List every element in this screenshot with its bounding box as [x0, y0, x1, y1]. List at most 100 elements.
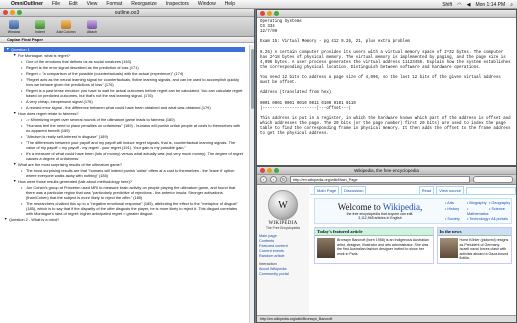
tab-main-page[interactable]: Main Page [314, 186, 340, 194]
outline-row-text[interactable]: One of the emotions that defines us as s… [26, 59, 245, 64]
outline-row-text[interactable]: For Montague, what is regret? [18, 53, 245, 58]
window-button[interactable]: Window [4, 20, 24, 34]
outline-scrollbar[interactable] [249, 45, 254, 323]
clock[interactable]: Mon 1:14 PM [475, 2, 505, 8]
outliner-toolbar: Window Indent Add Column Attach [0, 17, 254, 37]
outline-item-row[interactable]: • Regret = "a comparison of the possible … [4, 71, 245, 76]
outline-topic-row[interactable]: ▼ Question 2 - What is a mind? [4, 217, 245, 222]
outline-row-text[interactable]: "Humans feel the need to place penalties… [26, 123, 245, 133]
volume-icon[interactable]: ◀ [467, 2, 471, 8]
outline-row-text[interactable]: How does regret relate to fairness? [18, 111, 245, 116]
zoom-icon[interactable] [17, 10, 22, 15]
outline-row-text[interactable]: A reward error signal - the difference b… [26, 105, 245, 110]
outline-item-row[interactable]: • The researchers chalked this up to a "n… [4, 201, 245, 216]
outline-row-text[interactable]: A very cheap, inexpensive signal (176) [26, 99, 245, 104]
add-column-button[interactable]: Add Column [56, 20, 76, 34]
outline-row-text[interactable]: How were those results generated (talk a… [18, 179, 245, 184]
outline-item-row[interactable]: • A reward error signal - the difference … [4, 105, 245, 110]
outline-item-row[interactable]: • It's a measure of what could have been … [4, 151, 245, 161]
portal-link[interactable]: • All portals [489, 217, 511, 223]
terminal-titlebar[interactable] [257, 10, 516, 18]
outline-item-row[interactable]: • "Regret acts as the neural learning sig… [4, 77, 245, 87]
menu-file[interactable]: File [52, 1, 60, 7]
outline-row-text[interactable]: It's a measure of what could have been (… [26, 151, 245, 161]
outline-row-text[interactable]: Regret is the error signal described as … [26, 65, 245, 70]
wikipedia-logo-icon[interactable]: W [268, 190, 298, 220]
tab-read[interactable]: Read [418, 186, 435, 194]
news-image[interactable] [439, 238, 458, 258]
portal-link[interactable]: • History [445, 207, 467, 218]
outline-topic-row[interactable]: ▼ Question 1 [4, 47, 245, 52]
outline-row-text[interactable]: Question 1 [11, 47, 245, 52]
browser-titlebar[interactable]: Wikipedia, the free encyclopedia [257, 167, 516, 175]
zoom-icon[interactable] [274, 11, 279, 16]
menu-edit[interactable]: Edit [69, 1, 78, 7]
scrollbar-thumb[interactable] [251, 49, 254, 109]
attach-button[interactable]: Attach [82, 20, 102, 34]
outline-row-text[interactable]: Regret is a past tense emotion: you have… [26, 88, 245, 98]
outline-item-row[interactable]: • "The differences between your payoff an… [4, 140, 245, 150]
menu-app[interactable]: OmniOutliner [11, 1, 43, 7]
interaction-link[interactable]: Community portal [259, 272, 307, 277]
outline-row-text[interactable]: Question 2 - What is a mind? [9, 217, 245, 222]
outline-item-row[interactable]: • Jon Cohen's group at Princeton used MRI… [4, 185, 245, 200]
outline-row-text[interactable]: Regret = "a comparison of the possible (… [26, 71, 245, 76]
outline-topic-row[interactable]: ▼ What are the most surprising results of… [4, 162, 245, 167]
column-header[interactable]: Caplan Final Paper [0, 37, 254, 43]
menu-format[interactable]: Format [106, 1, 122, 7]
search-field[interactable] [473, 176, 513, 183]
portal-link[interactable]: • Technology [467, 217, 489, 223]
outline-row-text[interactable]: The most surprising results are that "hu… [26, 168, 245, 178]
welcome-banner: Welcome to Wikipedia, the free encyclope… [314, 198, 512, 224]
terminal-text[interactable]: Operating Systems CS 334 12/7/09 Exam 15: … [257, 18, 516, 139]
outline-item-row[interactable]: • Regret is a past tense emotion: you hav… [4, 88, 245, 98]
outline-row-text[interactable]: "Regret acts as the neural learning sign… [26, 77, 245, 87]
outline-row-text[interactable]: Jon Cohen's group at Princeton used MRI … [26, 185, 245, 200]
menu-view[interactable]: View [87, 1, 98, 7]
tab-view-source[interactable]: View source [436, 186, 464, 194]
menu-window[interactable]: Window [198, 1, 216, 7]
menu-reorganize[interactable]: Reorganize [131, 1, 157, 7]
minimize-icon[interactable] [267, 11, 272, 16]
wikipedia-link[interactable]: Wikipedia [383, 202, 420, 212]
minimize-icon[interactable] [10, 10, 15, 15]
url-field[interactable]: http://en.wikipedia.org/wiki/Main_Page [290, 176, 470, 183]
news-text[interactable]: Horst Köhler (pictured) resigns as Presi… [460, 238, 509, 261]
close-icon[interactable] [260, 11, 265, 16]
outline-topic-row[interactable]: ▼ How were those results generated (talk … [4, 179, 245, 184]
wikipedia-tagline: The Free Encyclopedia [266, 226, 300, 230]
outline-item-row[interactable]: • "Humans feel the need to place penaltie… [4, 123, 245, 133]
wikipedia-search-input[interactable] [466, 186, 516, 194]
close-icon[interactable] [3, 10, 8, 15]
portal-link[interactable]: • Science [489, 207, 511, 218]
menu-help[interactable]: Help [225, 1, 235, 7]
spotlight-search-icon[interactable]: ⌕ [510, 2, 513, 8]
outline-topic-row[interactable]: ▼ How does regret relate to fairness? [4, 111, 245, 116]
indent-button[interactable]: Indent [30, 20, 50, 34]
outline-row-text[interactable]: -> Minimizing regret over several rounds… [26, 117, 245, 122]
nav-link[interactable]: Random article [259, 254, 307, 259]
outliner-titlebar[interactable]: outline.oo3 [0, 9, 254, 17]
outline-item-row[interactable]: • The most surprising results are that "h… [4, 168, 245, 178]
outline-item-row[interactable]: • "Altruism is really self-interest in di… [4, 134, 245, 139]
tab-discussion[interactable]: Discussion [341, 186, 367, 194]
outline-row-text[interactable]: What are the most surprising results of … [18, 162, 245, 167]
menu-inspectors[interactable]: Inspectors [166, 1, 189, 7]
outline-topic-row[interactable]: ▼ For Montague, what is regret? [4, 53, 245, 58]
outline-item-row[interactable]: • One of the emotions that defines us as … [4, 59, 245, 64]
reload-icon[interactable]: ↻ [280, 176, 287, 183]
forward-icon[interactable]: › [270, 176, 277, 183]
featured-image[interactable] [317, 238, 335, 258]
outline-item-row[interactable]: • Regret is the error signal described as… [4, 65, 245, 70]
portal-link[interactable]: • Society [445, 217, 467, 223]
featured-text[interactable]: Bronwyn Bancroft (born 1958) is an Indig… [337, 238, 431, 258]
portal-link[interactable]: • Mathematics [467, 207, 489, 218]
outline-row-text[interactable]: The researchers chalked this up to a "ne… [26, 201, 245, 216]
back-icon[interactable]: ‹ [260, 176, 267, 183]
outline-item-row[interactable]: • -> Minimizing regret over several round… [4, 117, 245, 122]
outline-row-text[interactable]: "Altruism is really self-interest in dis… [26, 134, 245, 139]
outline-item-row[interactable]: • A very cheap, inexpensive signal (176) [4, 99, 245, 104]
portal-links: • Arts • Biography • Geography • History • M… [445, 199, 511, 223]
wifi-icon[interactable]: ◠ [457, 2, 461, 8]
outline-row-text[interactable]: "The differences between your payoff and… [26, 140, 245, 150]
